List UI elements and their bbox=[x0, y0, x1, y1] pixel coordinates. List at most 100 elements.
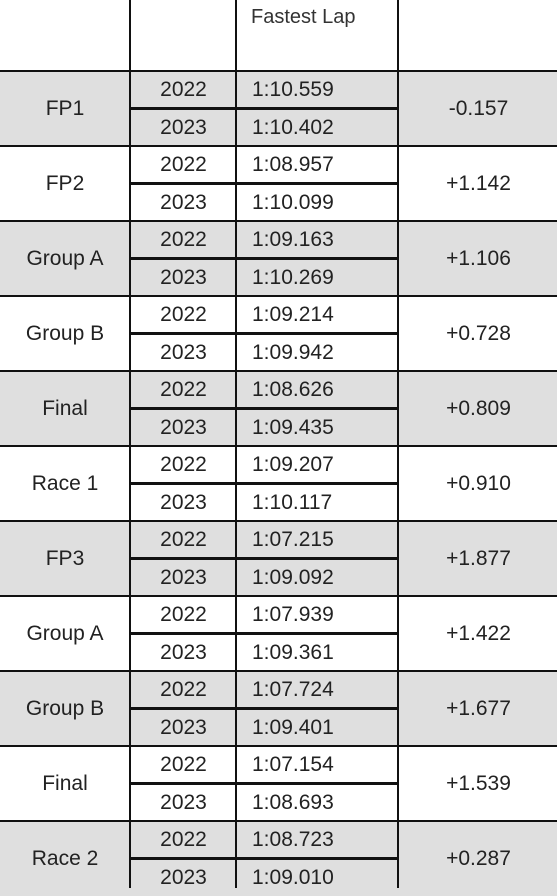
session-name: Final bbox=[42, 771, 88, 795]
group-divider bbox=[0, 520, 557, 522]
column-divider bbox=[397, 0, 399, 888]
row-divider bbox=[131, 482, 399, 485]
session-group: Group A 2022 1:07.939 2023 1:09.361 +1.422 bbox=[0, 596, 557, 671]
year-cell: 2022 bbox=[160, 752, 207, 776]
year-cell: 2023 bbox=[160, 640, 207, 664]
session-name: FP3 bbox=[45, 546, 85, 570]
group-divider bbox=[0, 445, 557, 447]
group-divider bbox=[0, 595, 557, 597]
session-group: Final 2022 1:07.154 2023 1:08.693 +1.539 bbox=[0, 746, 557, 821]
group-divider bbox=[0, 370, 557, 372]
session-name: Final bbox=[42, 396, 88, 420]
table-header: Fastest Lap bbox=[0, 0, 557, 71]
column-divider bbox=[235, 0, 237, 888]
session-name: Group A bbox=[26, 246, 104, 270]
row-divider bbox=[131, 407, 399, 410]
delta-cell: +1.422 bbox=[446, 621, 511, 645]
year-cell: 2023 bbox=[160, 715, 207, 739]
lap-time-cell: 1:08.723 bbox=[252, 827, 334, 851]
year-cell: 2022 bbox=[160, 377, 207, 401]
session-group: Final 2022 1:08.626 2023 1:09.435 +0.809 bbox=[0, 371, 557, 446]
session-group: Race 2 2022 1:08.723 2023 1:09.010 +0.287 bbox=[0, 821, 557, 896]
session-name: Group A bbox=[26, 621, 104, 645]
lap-time-cell: 1:09.010 bbox=[252, 865, 334, 889]
group-divider bbox=[0, 820, 557, 822]
lap-time-cell: 1:08.957 bbox=[252, 152, 334, 176]
row-divider bbox=[131, 707, 399, 710]
session-name: Race 1 bbox=[31, 471, 99, 495]
delta-cell: -0.157 bbox=[448, 96, 509, 120]
session-group: Group A 2022 1:09.163 2023 1:10.269 +1.106 bbox=[0, 221, 557, 296]
delta-cell: +0.809 bbox=[446, 396, 511, 420]
year-cell: 2022 bbox=[160, 77, 207, 101]
lap-time-cell: 1:08.693 bbox=[252, 790, 334, 814]
lap-time-cell: 1:10.269 bbox=[252, 265, 334, 289]
delta-cell: +0.287 bbox=[446, 846, 511, 870]
year-cell: 2023 bbox=[160, 490, 207, 514]
lap-time-cell: 1:10.559 bbox=[252, 77, 334, 101]
lap-time-cell: 1:07.154 bbox=[252, 752, 334, 776]
year-cell: 2023 bbox=[160, 190, 207, 214]
delta-cell: +1.877 bbox=[446, 546, 511, 570]
lap-time-cell: 1:09.361 bbox=[252, 640, 334, 664]
group-divider bbox=[0, 145, 557, 147]
row-divider bbox=[131, 782, 399, 785]
lap-time-cell: 1:07.939 bbox=[252, 602, 334, 626]
lap-time-cell: 1:09.942 bbox=[252, 340, 334, 364]
year-cell: 2022 bbox=[160, 527, 207, 551]
lap-time-cell: 1:08.626 bbox=[252, 377, 334, 401]
year-cell: 2022 bbox=[160, 227, 207, 251]
header-fastest-lap: Fastest Lap bbox=[251, 6, 356, 28]
session-name: FP1 bbox=[45, 96, 85, 120]
delta-cell: +1.677 bbox=[446, 696, 511, 720]
year-cell: 2022 bbox=[160, 152, 207, 176]
session-name: Group B bbox=[25, 321, 105, 345]
delta-cell: +0.728 bbox=[446, 321, 511, 345]
group-divider bbox=[0, 745, 557, 747]
session-group: Group B 2022 1:09.214 2023 1:09.942 +0.728 bbox=[0, 296, 557, 371]
year-cell: 2022 bbox=[160, 602, 207, 626]
row-divider bbox=[131, 632, 399, 635]
lap-time-cell: 1:10.099 bbox=[252, 190, 334, 214]
lap-time-cell: 1:10.117 bbox=[252, 490, 333, 514]
session-name: FP2 bbox=[45, 171, 85, 195]
lap-time-cell: 1:07.724 bbox=[252, 677, 334, 701]
year-cell: 2023 bbox=[160, 115, 207, 139]
session-name: Race 2 bbox=[31, 846, 99, 870]
session-group: Group B 2022 1:07.724 2023 1:09.401 +1.677 bbox=[0, 671, 557, 746]
group-divider bbox=[0, 70, 557, 72]
row-divider bbox=[131, 857, 399, 860]
lap-time-cell: 1:09.092 bbox=[252, 565, 334, 589]
year-cell: 2022 bbox=[160, 302, 207, 326]
session-group: FP3 2022 1:07.215 2023 1:09.092 +1.877 bbox=[0, 521, 557, 596]
group-divider bbox=[0, 220, 557, 222]
row-divider bbox=[131, 332, 399, 335]
group-divider bbox=[0, 295, 557, 297]
lap-time-cell: 1:09.401 bbox=[252, 715, 334, 739]
lap-time-cell: 1:09.435 bbox=[252, 415, 334, 439]
lap-time-cell: 1:10.402 bbox=[252, 115, 334, 139]
year-cell: 2022 bbox=[160, 452, 207, 476]
year-cell: 2022 bbox=[160, 827, 207, 851]
year-cell: 2023 bbox=[160, 790, 207, 814]
year-cell: 2023 bbox=[160, 340, 207, 364]
group-divider bbox=[0, 670, 557, 672]
row-divider bbox=[131, 182, 399, 185]
lap-time-cell: 1:09.163 bbox=[252, 227, 334, 251]
lap-time-cell: 1:09.207 bbox=[252, 452, 334, 476]
year-cell: 2023 bbox=[160, 565, 207, 589]
year-cell: 2023 bbox=[160, 265, 207, 289]
year-cell: 2022 bbox=[160, 677, 207, 701]
session-name: Group B bbox=[25, 696, 105, 720]
session-group: Race 1 2022 1:09.207 2023 1:10.117 +0.910 bbox=[0, 446, 557, 521]
row-divider bbox=[131, 107, 399, 110]
delta-cell: +1.106 bbox=[446, 246, 511, 270]
row-divider bbox=[131, 257, 399, 260]
delta-cell: +1.142 bbox=[446, 171, 511, 195]
delta-cell: +0.910 bbox=[446, 471, 511, 495]
lap-time-cell: 1:07.215 bbox=[252, 527, 334, 551]
session-group: FP1 2022 1:10.559 2023 1:10.402 -0.157 bbox=[0, 71, 557, 146]
row-divider bbox=[131, 557, 399, 560]
column-divider bbox=[129, 0, 131, 888]
session-group: FP2 2022 1:08.957 2023 1:10.099 +1.142 bbox=[0, 146, 557, 221]
